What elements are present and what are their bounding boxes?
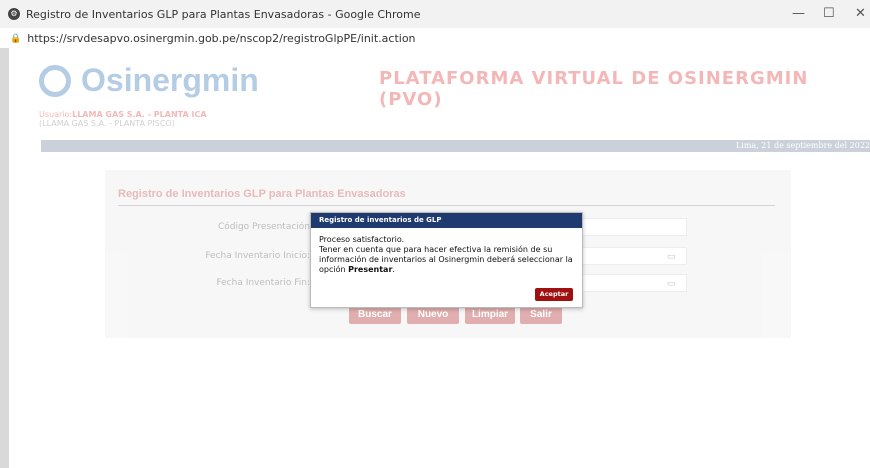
aceptar-button[interactable]: Aceptar	[535, 288, 573, 301]
nuevo-button[interactable]: Nuevo	[407, 306, 459, 324]
date-bar: Lima, 21 de septiembre del 2022	[41, 140, 870, 152]
logo-ring-icon	[39, 64, 71, 97]
success-dialog: Registro de inventarios de GLP Proceso s…	[310, 212, 583, 308]
lock-icon: 🔒	[10, 32, 22, 43]
dialog-line-1: Proceso satisfactorio.	[319, 235, 405, 244]
limpiar-button[interactable]: Limpiar	[465, 306, 515, 324]
platform-title: PLATAFORMA VIRTUAL DE OSINERGMIN (PVO)	[379, 68, 809, 110]
osinergmin-logo: Osinergmin	[39, 62, 259, 99]
dialog-bold-option: Presentar	[348, 265, 393, 274]
user-label: Usuario:	[39, 110, 73, 119]
dialog-title: Registro de inventarios de GLP	[311, 213, 582, 228]
calendar-icon[interactable]: ▭	[667, 278, 676, 289]
logo-text: Osinergmin	[81, 62, 259, 98]
maximize-icon[interactable]: ☐	[823, 6, 835, 21]
address-bar[interactable]: 🔒 https://srvdesapvo.osinergmin.gob.pe/n…	[0, 28, 870, 49]
dialog-line-2: Tener en cuenta que para hacer efectiva …	[319, 245, 573, 274]
dialog-message: Proceso satisfactorio. Tener en cuenta q…	[319, 235, 577, 275]
window-left-edge	[0, 48, 9, 468]
calendar-icon[interactable]: ▭	[667, 251, 676, 262]
panel-divider	[118, 205, 775, 206]
window-title: Registro de Inventarios GLP para Plantas…	[26, 7, 421, 21]
fecha-fin-label: Fecha Inventario Fin:	[216, 278, 310, 288]
panel-title: Registro de Inventarios GLP para Plantas…	[118, 188, 406, 200]
url-text[interactable]: https://srvdesapvo.osinergmin.gob.pe/nsc…	[27, 32, 415, 45]
codigo-label: Código Presentación	[217, 222, 310, 232]
buscar-button[interactable]: Buscar	[349, 306, 401, 324]
user-line: Usuario:LLAMA GAS S.A. - PLANTA ICA	[39, 110, 207, 119]
fecha-inicio-label: Fecha Inventario Inicio:	[205, 251, 310, 261]
date-text: Lima, 21 de septiembre del 2022	[735, 141, 870, 150]
close-icon[interactable]: ✕	[855, 6, 866, 21]
user-sub: (LLAMA GAS S.A. - PLANTA PISCO)	[39, 119, 175, 128]
minimize-icon[interactable]: —	[792, 6, 805, 21]
user-value: LLAMA GAS S.A. - PLANTA ICA	[72, 110, 207, 119]
browser-title-bar: ⚙ Registro de Inventarios GLP para Plant…	[0, 0, 870, 28]
salir-button[interactable]: Salir	[520, 306, 562, 324]
chrome-favicon-icon: ⚙	[8, 8, 20, 20]
